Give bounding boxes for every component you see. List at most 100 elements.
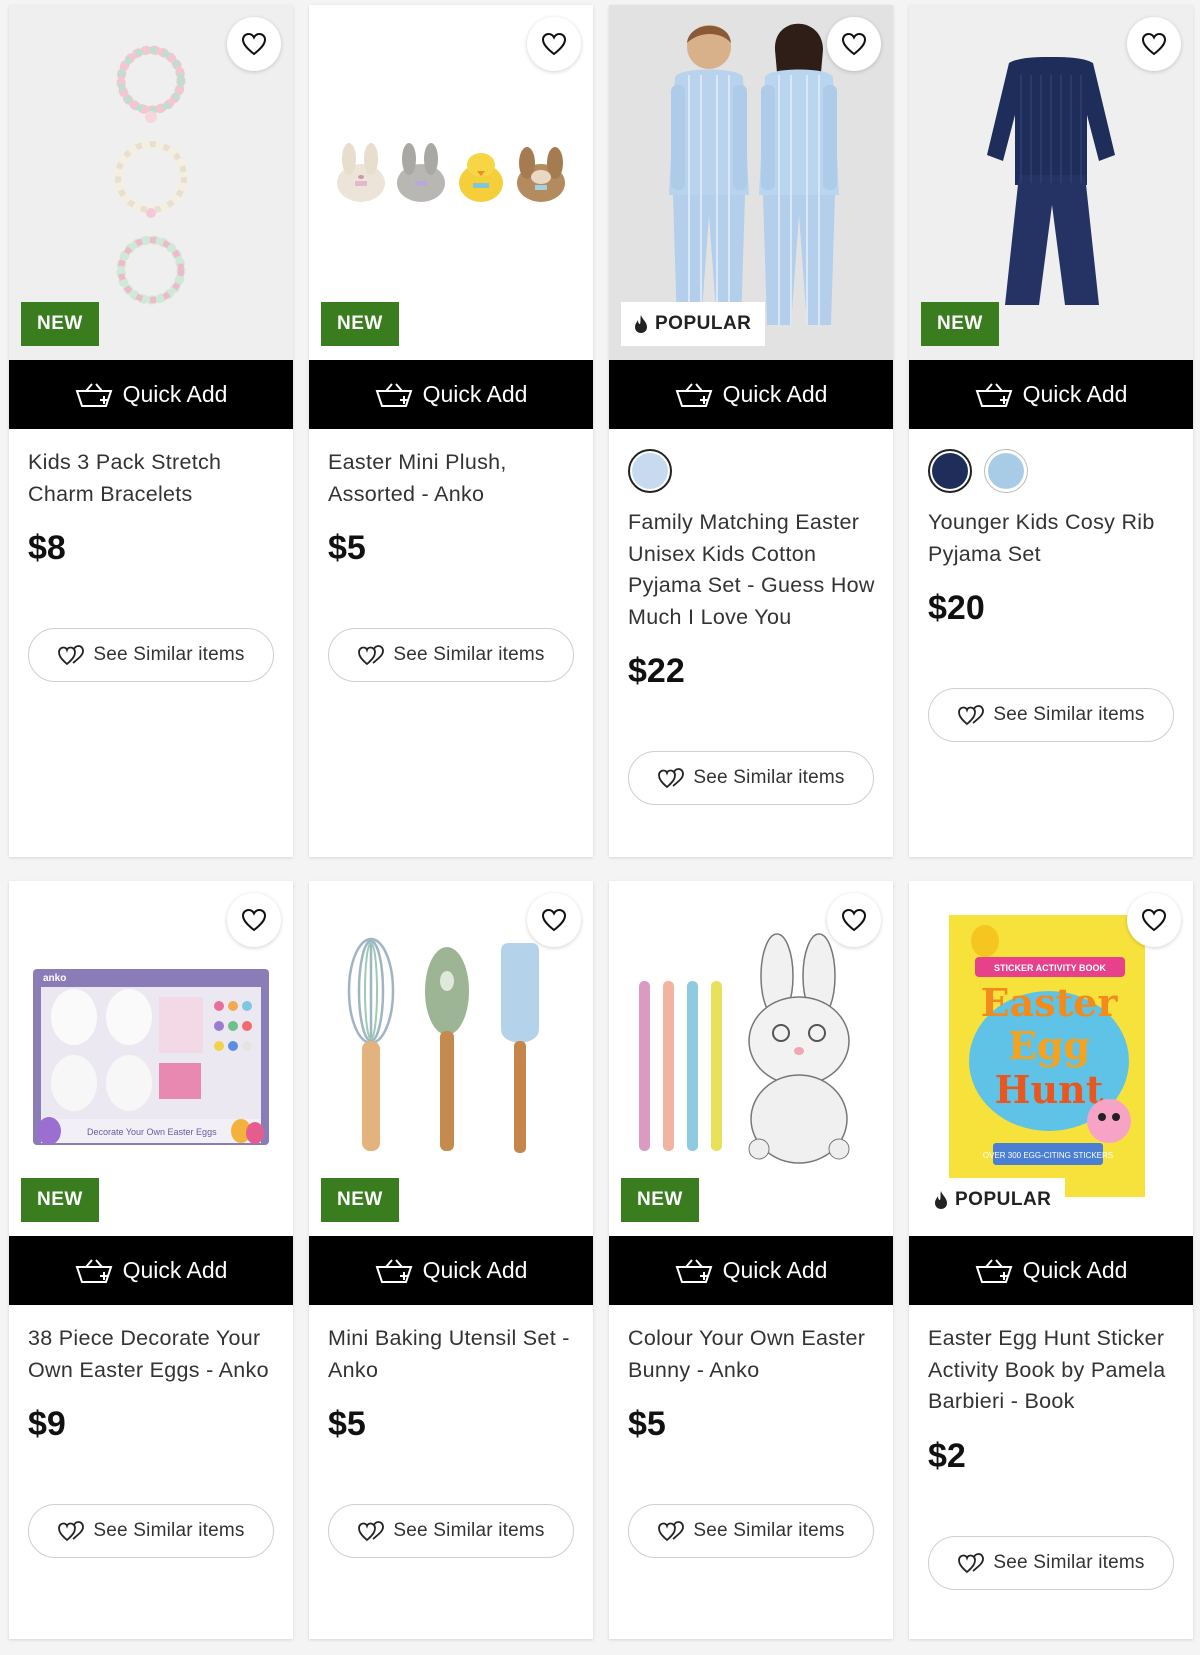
book-title-2: Egg: [1008, 1023, 1090, 1068]
product-card[interactable]: POPULAR Quick Add Family Matching Easter…: [609, 5, 893, 857]
see-similar-button[interactable]: See Similar items: [328, 628, 574, 682]
basket-icon: [375, 1258, 412, 1283]
book-title-1: Easter: [981, 980, 1119, 1025]
new-badge: NEW: [321, 1178, 399, 1222]
quick-add-label: Quick Add: [722, 381, 828, 407]
swatch-light-blue[interactable]: [984, 449, 1028, 493]
see-similar-button[interactable]: See Similar items: [928, 1535, 1174, 1590]
product-title[interactable]: Mini Baking Utensil Set - Anko: [328, 1323, 575, 1386]
new-badge: NEW: [21, 302, 99, 346]
book-title-3: Hunt: [995, 1067, 1104, 1112]
wishlist-heart-button[interactable]: [227, 893, 281, 947]
product-image[interactable]: NEW: [309, 881, 593, 1236]
product-info: Younger Kids Cosy Rib Pyjama Set $20 See…: [909, 429, 1193, 857]
basket-icon: [675, 382, 712, 407]
product-price: $20: [928, 589, 985, 627]
popular-badge: POPULAR: [621, 302, 766, 346]
product-price: $8: [28, 529, 66, 567]
product-title[interactable]: 38 Piece Decorate Your Own Easter Eggs -…: [28, 1323, 275, 1386]
quick-add-button[interactable]: Quick Add: [909, 360, 1193, 429]
product-image[interactable]: anko Decorate Your Own Easter Eggs NEW: [9, 881, 293, 1236]
new-badge: NEW: [621, 1178, 699, 1222]
quick-add-label: Quick Add: [122, 1257, 228, 1283]
product-title[interactable]: Kids 3 Pack Stretch Charm Bracelets: [28, 447, 275, 510]
new-badge: NEW: [321, 302, 399, 346]
product-card[interactable]: STICKER ACTIVITY BOOK Easter Egg Hunt OV…: [909, 881, 1193, 1639]
product-image[interactable]: NEW: [9, 5, 293, 360]
see-similar-label: See Similar items: [393, 644, 545, 665]
product-card[interactable]: NEW Quick Add Mini Baking Utensil Set - …: [309, 881, 593, 1639]
product-card[interactable]: NEW Quick Add Younger Kids Cosy Rib Pyja…: [909, 5, 1193, 857]
see-similar-button[interactable]: See Similar items: [928, 688, 1174, 742]
quick-add-label: Quick Add: [1022, 1257, 1128, 1283]
product-info: Colour Your Own Easter Bunny - Anko $5 S…: [609, 1305, 893, 1639]
quick-add-label: Quick Add: [422, 381, 528, 407]
book-banner: STICKER ACTIVITY BOOK: [994, 963, 1107, 973]
new-badge: NEW: [21, 1178, 99, 1222]
product-title[interactable]: Easter Mini Plush, Assorted - Anko: [328, 447, 575, 510]
similar-hearts-icon: [658, 1521, 685, 1542]
see-similar-label: See Similar items: [93, 1520, 245, 1541]
quick-add-button[interactable]: Quick Add: [9, 360, 293, 429]
wishlist-heart-button[interactable]: [827, 893, 881, 947]
quick-add-button[interactable]: Quick Add: [909, 1236, 1193, 1305]
product-card[interactable]: NEW Quick Add Kids 3 Pack Stretch Charm …: [9, 5, 293, 857]
product-title[interactable]: Younger Kids Cosy Rib Pyjama Set: [928, 507, 1175, 570]
heart-icon: [841, 908, 867, 932]
see-similar-label: See Similar items: [93, 644, 245, 665]
basket-icon: [975, 382, 1012, 407]
basket-icon: [75, 382, 112, 407]
product-title[interactable]: Family Matching Easter Unisex Kids Cotto…: [628, 507, 875, 633]
product-title[interactable]: Colour Your Own Easter Bunny - Anko: [628, 1323, 875, 1386]
wishlist-heart-button[interactable]: [527, 893, 581, 947]
product-image[interactable]: POPULAR: [609, 5, 893, 360]
product-price: $9: [28, 1405, 66, 1443]
quick-add-button[interactable]: Quick Add: [9, 1236, 293, 1305]
product-image[interactable]: NEW: [909, 5, 1193, 360]
heart-icon: [241, 908, 267, 932]
product-info: Mini Baking Utensil Set - Anko $5 See Si…: [309, 1305, 593, 1639]
quick-add-button[interactable]: Quick Add: [309, 360, 593, 429]
see-similar-button[interactable]: See Similar items: [28, 628, 274, 682]
heart-icon: [241, 32, 267, 56]
see-similar-button[interactable]: See Similar items: [28, 1504, 274, 1558]
product-info: Kids 3 Pack Stretch Charm Bracelets $8 S…: [9, 429, 293, 857]
product-title[interactable]: Easter Egg Hunt Sticker Activity Book by…: [928, 1323, 1175, 1418]
see-similar-label: See Similar items: [393, 1520, 545, 1541]
quick-add-label: Quick Add: [722, 1257, 828, 1283]
product-image[interactable]: NEW: [609, 881, 893, 1236]
swatch-light-blue-print[interactable]: [628, 449, 672, 493]
egg-kit-caption: Decorate Your Own Easter Eggs: [87, 1127, 217, 1137]
see-similar-label: See Similar items: [993, 1551, 1145, 1573]
colour-swatches: [928, 449, 1175, 493]
product-image[interactable]: STICKER ACTIVITY BOOK Easter Egg Hunt OV…: [909, 881, 1193, 1236]
see-similar-button[interactable]: See Similar items: [328, 1504, 574, 1558]
similar-hearts-icon: [958, 705, 985, 726]
product-grid: NEW Quick Add Kids 3 Pack Stretch Charm …: [9, 5, 1193, 1639]
flame-icon: [935, 1191, 947, 1209]
similar-hearts-icon: [358, 1521, 385, 1542]
product-card[interactable]: NEW Quick Add Easter Mini Plush, Assorte…: [309, 5, 593, 857]
quick-add-button[interactable]: Quick Add: [609, 360, 893, 429]
see-similar-button[interactable]: See Similar items: [628, 1504, 874, 1558]
product-card[interactable]: NEW Quick Add Colour Your Own Easter Bun…: [609, 881, 893, 1639]
quick-add-label: Quick Add: [1022, 381, 1128, 407]
basket-icon: [375, 382, 412, 407]
wishlist-heart-button[interactable]: [527, 17, 581, 71]
quick-add-button[interactable]: Quick Add: [309, 1236, 593, 1305]
see-similar-button[interactable]: See Similar items: [628, 751, 874, 805]
popular-badge: POPULAR: [921, 1178, 1066, 1222]
similar-hearts-icon: [658, 768, 685, 789]
wishlist-heart-button[interactable]: [1127, 893, 1181, 947]
wishlist-heart-button[interactable]: [1127, 17, 1181, 71]
product-price: $22: [628, 652, 685, 690]
product-card[interactable]: anko Decorate Your Own Easter Eggs NEW Q…: [9, 881, 293, 1639]
product-image[interactable]: NEW: [309, 5, 593, 360]
quick-add-button[interactable]: Quick Add: [609, 1236, 893, 1305]
wishlist-heart-button[interactable]: [827, 17, 881, 71]
flame-icon: [635, 315, 647, 333]
swatch-navy[interactable]: [928, 449, 972, 493]
wishlist-heart-button[interactable]: [227, 17, 281, 71]
heart-icon: [841, 32, 867, 56]
egg-kit-brand: anko: [43, 973, 66, 984]
